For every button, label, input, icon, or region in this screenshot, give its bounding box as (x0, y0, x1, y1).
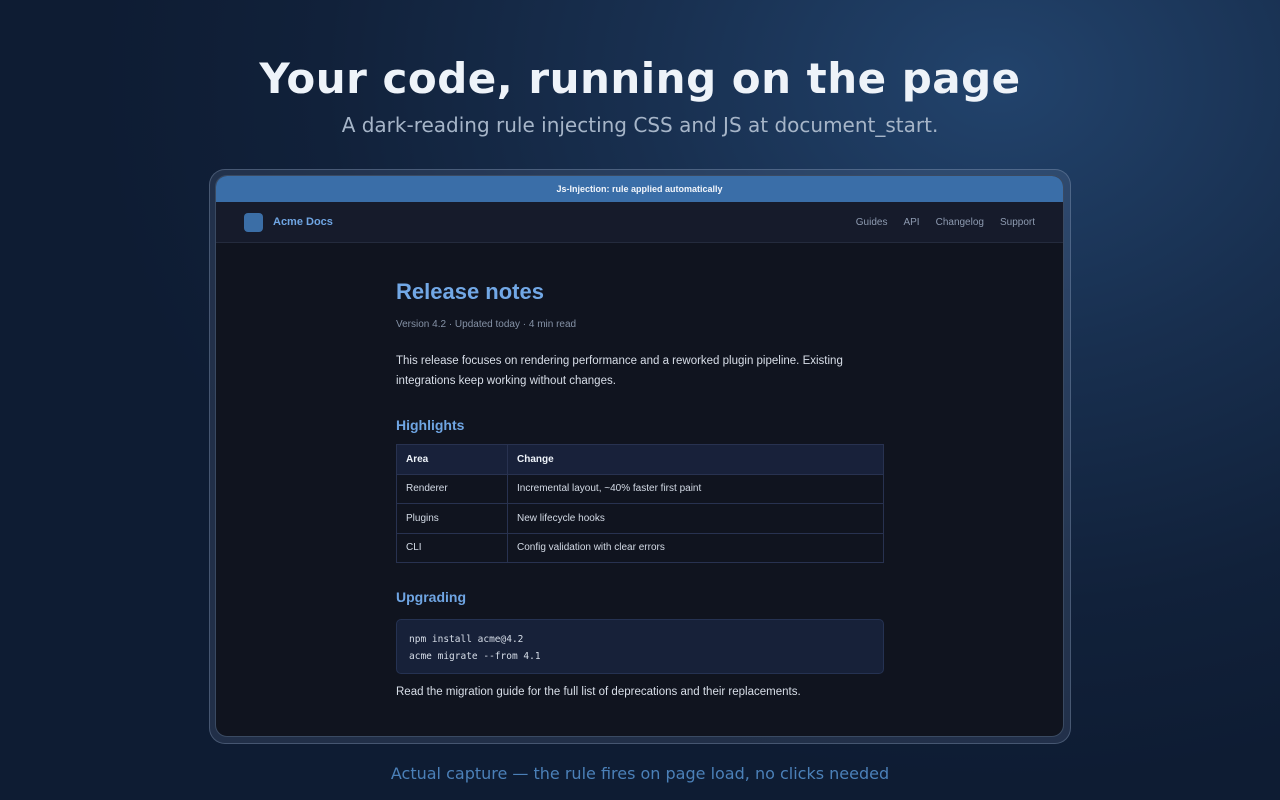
square-logo-icon[interactable] (244, 212, 263, 232)
table-header-row: Area Change (396, 444, 884, 475)
table-cell-area: Renderer (396, 473, 508, 504)
article-meta: Version 4.2 · Updated today · 4 min read (396, 319, 577, 330)
injection-banner: Js-Injection: rule applied automatically (216, 176, 1063, 202)
hero-subtitle: A dark-reading rule injecting CSS and JS… (341, 113, 939, 137)
migration-note: Read the migration guide for the full li… (396, 686, 801, 698)
nav-link-support[interactable]: Support (1000, 217, 1035, 228)
site-header: Acme Docs Guides API Changelog Support (216, 202, 1063, 243)
nav-link-guides[interactable]: Guides (856, 217, 888, 228)
table-row: CLI Config validation with clear errors (396, 532, 884, 563)
highlights-heading: Highlights (396, 417, 465, 433)
hero-title: Your code, running on the page (259, 54, 1021, 103)
article: Release notes Version 4.2 · Updated toda… (396, 276, 884, 698)
code-line: acme migrate --from 4.1 (409, 651, 541, 662)
nav-link-api[interactable]: API (903, 217, 919, 228)
highlights-table: Area Change Renderer Incremental layout,… (396, 444, 884, 563)
browser-window: Js-Injection: rule applied automatically… (215, 175, 1064, 737)
article-intro: This release focuses on rendering perfor… (396, 355, 843, 387)
brand-name[interactable]: Acme Docs (273, 216, 333, 228)
site-nav-links: Guides API Changelog Support (856, 217, 1035, 228)
table-cell-change: New lifecycle hooks (507, 503, 884, 534)
upgrading-heading: Upgrading (396, 589, 466, 605)
table-cell-area: Plugins (396, 503, 508, 534)
column-header-area: Area (396, 444, 508, 475)
page-title: Release notes (396, 279, 544, 304)
table-row: Renderer Incremental layout, ~40% faster… (396, 473, 884, 504)
nav-link-changelog[interactable]: Changelog (936, 217, 984, 228)
table-cell-area: CLI (396, 532, 508, 563)
table-row: Plugins New lifecycle hooks (396, 503, 884, 534)
code-line: npm install acme@4.2 (409, 634, 524, 645)
column-header-change: Change (507, 444, 884, 475)
table-cell-change: Config validation with clear errors (507, 532, 884, 563)
caption: Actual capture — the rule fires on page … (390, 764, 890, 783)
code-block[interactable]: npm install acme@4.2 acme migrate --from… (396, 619, 884, 674)
table-cell-change: Incremental layout, ~40% faster first pa… (507, 473, 884, 504)
